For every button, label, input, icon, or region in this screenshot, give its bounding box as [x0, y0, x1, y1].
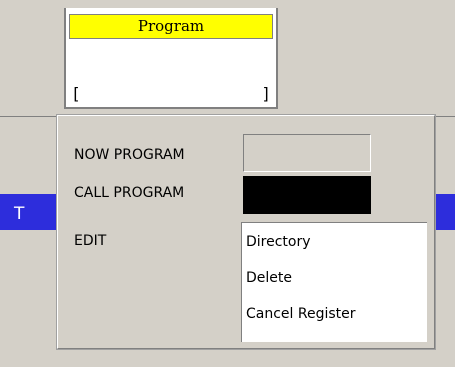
program-title: Program [69, 14, 273, 39]
edit-label: EDIT [74, 233, 107, 249]
now-program-field[interactable] [243, 134, 371, 172]
program-dialog: NOW PROGRAM CALL PROGRAM EDIT Directory … [57, 115, 435, 349]
edit-menu-item-delete[interactable]: Delete [246, 269, 292, 287]
now-program-label: NOW PROGRAM [74, 147, 185, 163]
call-program-label: CALL PROGRAM [74, 185, 185, 201]
program-panel: Program [ ] [64, 8, 278, 109]
edit-menu: Directory Delete Cancel Register [241, 222, 427, 342]
program-field-close-bracket: ] [261, 84, 271, 103]
program-field-open-bracket: [ [71, 84, 81, 103]
call-program-field[interactable] [243, 176, 371, 214]
edit-menu-item-cancel-register[interactable]: Cancel Register [246, 305, 356, 323]
program-input[interactable]: [ ] [71, 84, 271, 104]
edit-menu-item-directory[interactable]: Directory [246, 233, 311, 251]
background-strip-text: T [14, 204, 25, 224]
